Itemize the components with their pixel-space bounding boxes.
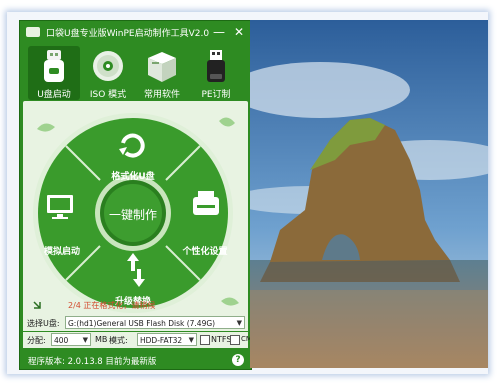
minimize-button[interactable]: —	[210, 24, 228, 40]
leaf-icon	[221, 297, 239, 306]
wallpaper-image	[250, 20, 488, 368]
tab-pe-custom-label: PE订制	[201, 90, 231, 100]
usb-stick-icon	[207, 50, 225, 82]
tab-usb-boot-label: U盘启动	[37, 90, 71, 100]
cms-checkbox[interactable]	[230, 335, 240, 345]
mode-select-value: HDD-FAT32	[140, 336, 183, 345]
device-label: 选择U盘:	[27, 319, 60, 328]
one-click-make-button[interactable]: 一键制作	[103, 206, 163, 223]
size-unit-label: MB	[95, 335, 108, 344]
mode-label: 模式:	[109, 336, 128, 345]
title-bar: 口袋U盘专业版WinPE启动制作工具V2.0 — ✕	[20, 21, 251, 43]
software-box-icon	[148, 52, 176, 82]
device-row: 选择U盘: G:(hd1)General USB Flash Disk (7.4…	[23, 315, 248, 331]
partition-label: 分配:	[27, 336, 46, 345]
version-text: 程序版本: 2.0.13.8 目前为最新版	[28, 357, 157, 367]
tab-iso-mode[interactable]: ISO 模式	[82, 46, 134, 100]
disc-icon	[93, 51, 123, 81]
window-title: 口袋U盘专业版WinPE启动制作工具V2.0	[46, 29, 210, 39]
leaf-icon	[219, 117, 235, 127]
chevron-down-icon: ▼	[188, 336, 194, 344]
chevron-down-icon: ▼	[236, 319, 242, 327]
ntfs-label: NTFS	[211, 335, 232, 344]
partition-size-select[interactable]: 400 ▼	[51, 333, 91, 346]
simulate-boot-button[interactable]: 模拟启动	[37, 244, 87, 257]
tab-common-software[interactable]: 常用软件	[136, 46, 188, 100]
mode-select[interactable]: HDD-FAT32 ▼	[137, 333, 197, 346]
main-panel: 格式化U盘 模拟启动 个性化设置 升级替换 一键制作	[23, 101, 248, 319]
chevron-down-icon: ▼	[82, 336, 88, 344]
partition-size-value: 400	[54, 336, 69, 345]
device-select[interactable]: G:(hd1)General USB Flash Disk (7.49G) ▼	[65, 316, 245, 329]
close-button[interactable]: ✕	[230, 24, 248, 40]
usb-drive-icon	[44, 50, 64, 82]
ntfs-checkbox[interactable]	[200, 335, 210, 345]
tab-pe-custom[interactable]: PE订制	[190, 46, 242, 100]
progress-status: 2/4 正在格式化，请稍候	[68, 301, 156, 310]
format-usb-button[interactable]: 格式化U盘	[103, 169, 163, 182]
tab-common-software-label: 常用软件	[143, 90, 180, 100]
app-window: 口袋U盘专业版WinPE启动制作工具V2.0 — ✕ U盘启动 ISO 模式 常…	[19, 20, 256, 370]
partition-row: 分配: 400 ▼ MB 模式: HDD-FAT32 ▼ NTFS CMS	[23, 332, 256, 348]
app-logo-icon	[26, 27, 40, 37]
main-toolbar: U盘启动 ISO 模式 常用软件 PE订制	[20, 43, 251, 101]
tab-iso-mode-label: ISO 模式	[89, 90, 127, 100]
footer-bar: 程序版本: 2.0.13.8 目前为最新版 ?	[20, 351, 251, 369]
resize-arrow-icon	[33, 301, 41, 309]
tab-usb-boot[interactable]: U盘启动	[28, 46, 80, 100]
leaf-icon	[37, 123, 55, 132]
help-button[interactable]: ?	[232, 354, 244, 366]
device-select-value: G:(hd1)General USB Flash Disk (7.49G)	[68, 319, 216, 328]
personalize-settings-button[interactable]: 个性化设置	[175, 244, 235, 257]
